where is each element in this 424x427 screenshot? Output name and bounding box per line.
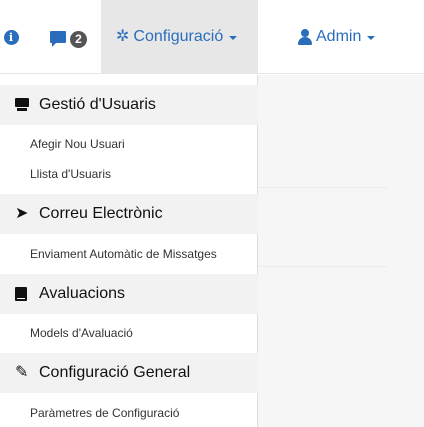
top-navbar: i 2 ✲ Configuració Admin <box>0 0 424 74</box>
menu-header-label: Correu Electrònic <box>39 205 163 222</box>
menu-item-user-list[interactable]: Llista d'Usuaris <box>0 159 258 189</box>
caret-down-icon <box>367 36 376 40</box>
menu-header-email: ➤ Correu Electrònic <box>0 194 258 234</box>
menu-header-label: Avaluacions <box>39 285 125 302</box>
send-icon: ➤ <box>15 205 29 222</box>
config-dropdown-menu: Gestió d'Usuaris Afegir Nou Usuari Llist… <box>0 75 258 427</box>
cog-icon: ✲ <box>116 28 130 45</box>
info-circle-icon: i <box>3 29 19 45</box>
wrench-icon: ✎ <box>15 364 29 381</box>
admin-dropdown-toggle[interactable]: Admin <box>298 0 398 74</box>
menu-header-user-management: Gestió d'Usuaris <box>0 85 258 125</box>
menu-header-general-config: ✎ Configuració General <box>0 353 258 393</box>
comment-icon <box>50 31 66 47</box>
menu-item-evaluation-models[interactable]: Models d'Avaluació <box>0 318 258 348</box>
menu-item-auto-messages[interactable]: Enviament Automàtic de Missatges <box>0 239 258 269</box>
config-dropdown-toggle[interactable]: ✲ Configuració <box>101 0 258 74</box>
menu-item-add-user[interactable]: Afegir Nou Usuari <box>0 129 258 159</box>
admin-label: Admin <box>316 28 362 45</box>
caret-down-icon <box>229 36 238 40</box>
menu-header-label: Gestió d'Usuaris <box>39 96 156 113</box>
divider <box>258 187 388 188</box>
book-icon <box>15 287 27 301</box>
info-button[interactable]: i <box>0 0 22 74</box>
messages-button[interactable]: 2 <box>44 0 94 74</box>
menu-header-label: Configuració General <box>39 364 191 381</box>
config-label: Configuració <box>133 28 224 45</box>
menu-item-config-parameters[interactable]: Paràmetres de Configuració <box>0 398 258 427</box>
monitor-icon <box>15 98 29 112</box>
page-background <box>258 75 424 427</box>
messages-badge: 2 <box>70 30 87 48</box>
divider <box>258 266 388 267</box>
user-icon <box>298 29 312 45</box>
menu-header-evaluations: Avaluacions <box>0 274 258 314</box>
